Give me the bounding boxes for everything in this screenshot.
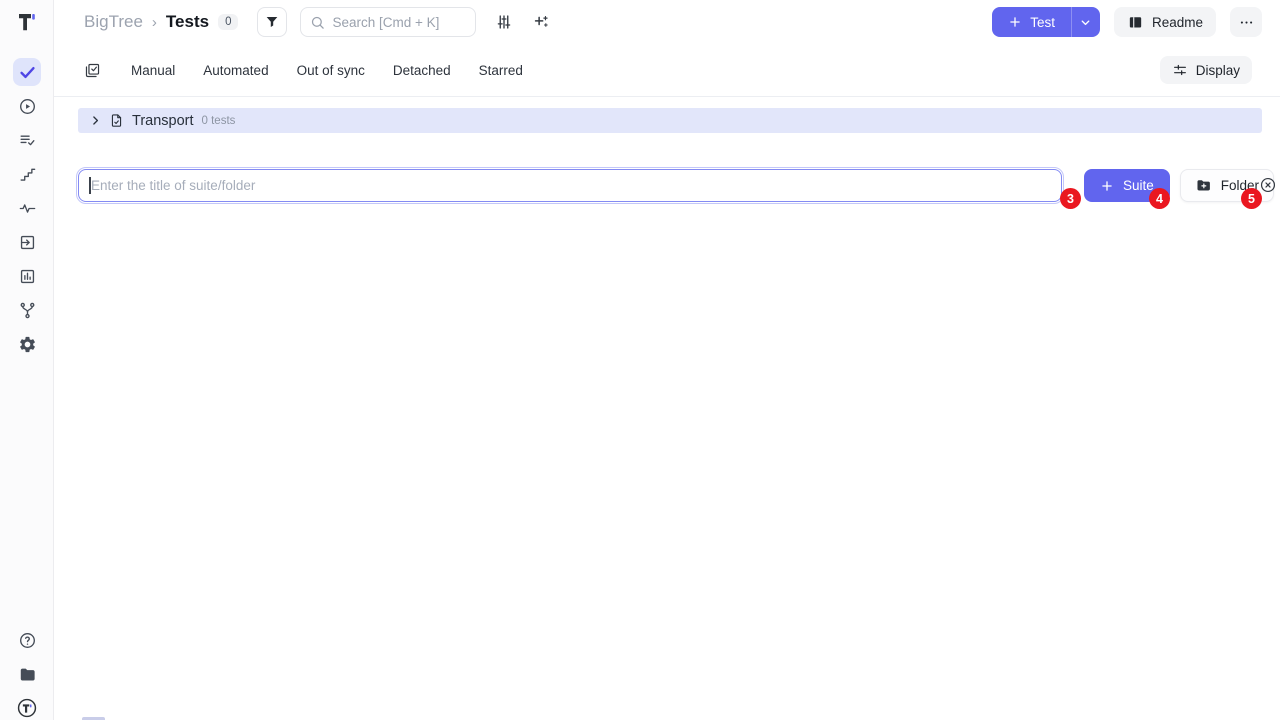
tab-out-of-sync[interactable]: Out of sync bbox=[297, 63, 365, 78]
file-check-icon bbox=[109, 113, 124, 128]
top-right-actions: Test Readme bbox=[992, 7, 1262, 37]
sidebar-item-branches[interactable] bbox=[13, 296, 41, 324]
sidebar-item-account[interactable] bbox=[13, 694, 41, 720]
filter-tabs-bar: Manual Automated Out of sync Detached St… bbox=[54, 44, 1280, 97]
import-box-icon bbox=[18, 233, 37, 252]
tab-detached[interactable]: Detached bbox=[393, 63, 451, 78]
readme-label: Readme bbox=[1152, 15, 1203, 30]
ellipsis-icon bbox=[1238, 14, 1255, 31]
breadcrumb-current: Tests bbox=[166, 12, 209, 32]
sidebar-item-help[interactable] bbox=[13, 626, 41, 654]
suite-row-transport[interactable]: Transport 0 tests bbox=[78, 108, 1262, 133]
text-caret bbox=[89, 177, 91, 194]
folder-plus-icon bbox=[1195, 177, 1212, 194]
create-suite-label: Suite bbox=[1123, 178, 1154, 193]
sidebar-item-settings[interactable] bbox=[13, 330, 41, 358]
search-icon bbox=[310, 15, 325, 30]
breadcrumb-separator: › bbox=[152, 14, 157, 31]
display-label: Display bbox=[1196, 63, 1240, 78]
tab-starred[interactable]: Starred bbox=[479, 63, 523, 78]
chevron-down-icon bbox=[1079, 16, 1092, 29]
readme-button[interactable]: Readme bbox=[1114, 7, 1216, 37]
close-circle-icon[interactable] bbox=[1259, 176, 1277, 194]
sidebar-item-pulse[interactable] bbox=[13, 194, 41, 222]
sidebar-item-plans[interactable] bbox=[13, 126, 41, 154]
chevron-right-icon[interactable] bbox=[89, 114, 102, 127]
sidebar-item-analytics[interactable] bbox=[13, 262, 41, 290]
add-test-label: Test bbox=[1030, 15, 1055, 30]
add-test-split-button: Test bbox=[992, 7, 1100, 37]
display-button[interactable]: Display bbox=[1160, 56, 1252, 84]
ai-sparkles-icon[interactable] bbox=[532, 13, 551, 32]
app-logo[interactable] bbox=[0, 7, 54, 37]
tab-automated[interactable]: Automated bbox=[203, 63, 268, 78]
suite-title-input-wrap bbox=[78, 169, 1062, 202]
sidebar-item-milestones[interactable] bbox=[13, 160, 41, 188]
sidebar bbox=[0, 0, 54, 720]
sidebar-item-runs[interactable] bbox=[13, 92, 41, 120]
create-suite-row: Suite Folder 3 4 5 bbox=[78, 169, 1262, 202]
display-sliders-icon bbox=[1172, 62, 1188, 78]
more-options-button[interactable] bbox=[1230, 7, 1262, 37]
suite-title: Transport bbox=[132, 113, 194, 129]
search-input[interactable] bbox=[332, 15, 467, 30]
search-box[interactable] bbox=[300, 7, 476, 37]
annotation-badge-3: 3 bbox=[1060, 188, 1081, 209]
top-bar: BigTree › Tests 0 bbox=[54, 0, 1280, 44]
gear-icon bbox=[18, 335, 37, 354]
suite-title-input[interactable] bbox=[78, 169, 1062, 202]
breadcrumb-project[interactable]: BigTree bbox=[84, 12, 143, 32]
funnel-icon bbox=[264, 14, 280, 30]
play-circle-icon bbox=[18, 97, 37, 116]
sidebar-item-import[interactable] bbox=[13, 228, 41, 256]
sidebar-nav bbox=[0, 58, 54, 358]
activity-icon bbox=[18, 199, 37, 218]
filter-button[interactable] bbox=[257, 7, 287, 37]
sidebar-item-tests[interactable] bbox=[13, 58, 41, 86]
book-icon bbox=[1127, 14, 1144, 31]
check-icon bbox=[18, 63, 37, 82]
tab-manual[interactable]: Manual bbox=[131, 63, 175, 78]
annotation-badge-5: 5 bbox=[1241, 188, 1262, 209]
branch-icon bbox=[18, 301, 37, 320]
filter-tabs: Manual Automated Out of sync Detached St… bbox=[131, 63, 523, 78]
help-circle-icon bbox=[18, 631, 37, 650]
content-area: Transport 0 tests Suite Folder bbox=[54, 108, 1280, 202]
add-test-button[interactable]: Test bbox=[992, 7, 1071, 37]
bar-chart-box-icon bbox=[18, 267, 37, 286]
plus-icon bbox=[1008, 15, 1022, 29]
main-area: BigTree › Tests 0 bbox=[54, 0, 1280, 202]
folder-icon bbox=[18, 665, 37, 684]
plus-icon bbox=[1100, 179, 1114, 193]
logo-circle-icon bbox=[16, 697, 38, 719]
suite-test-count: 0 tests bbox=[202, 115, 236, 127]
select-all-icon[interactable] bbox=[84, 62, 101, 79]
add-test-dropdown-button[interactable] bbox=[1071, 7, 1100, 37]
list-check-icon bbox=[18, 131, 37, 150]
adjustments-icon[interactable] bbox=[495, 13, 513, 31]
sidebar-footer bbox=[0, 626, 54, 720]
sidebar-item-projects[interactable] bbox=[13, 660, 41, 688]
testomat-logo-icon bbox=[15, 10, 39, 34]
stairs-icon bbox=[18, 165, 37, 184]
tests-count-badge: 0 bbox=[218, 14, 238, 30]
annotation-badge-4: 4 bbox=[1149, 188, 1170, 209]
